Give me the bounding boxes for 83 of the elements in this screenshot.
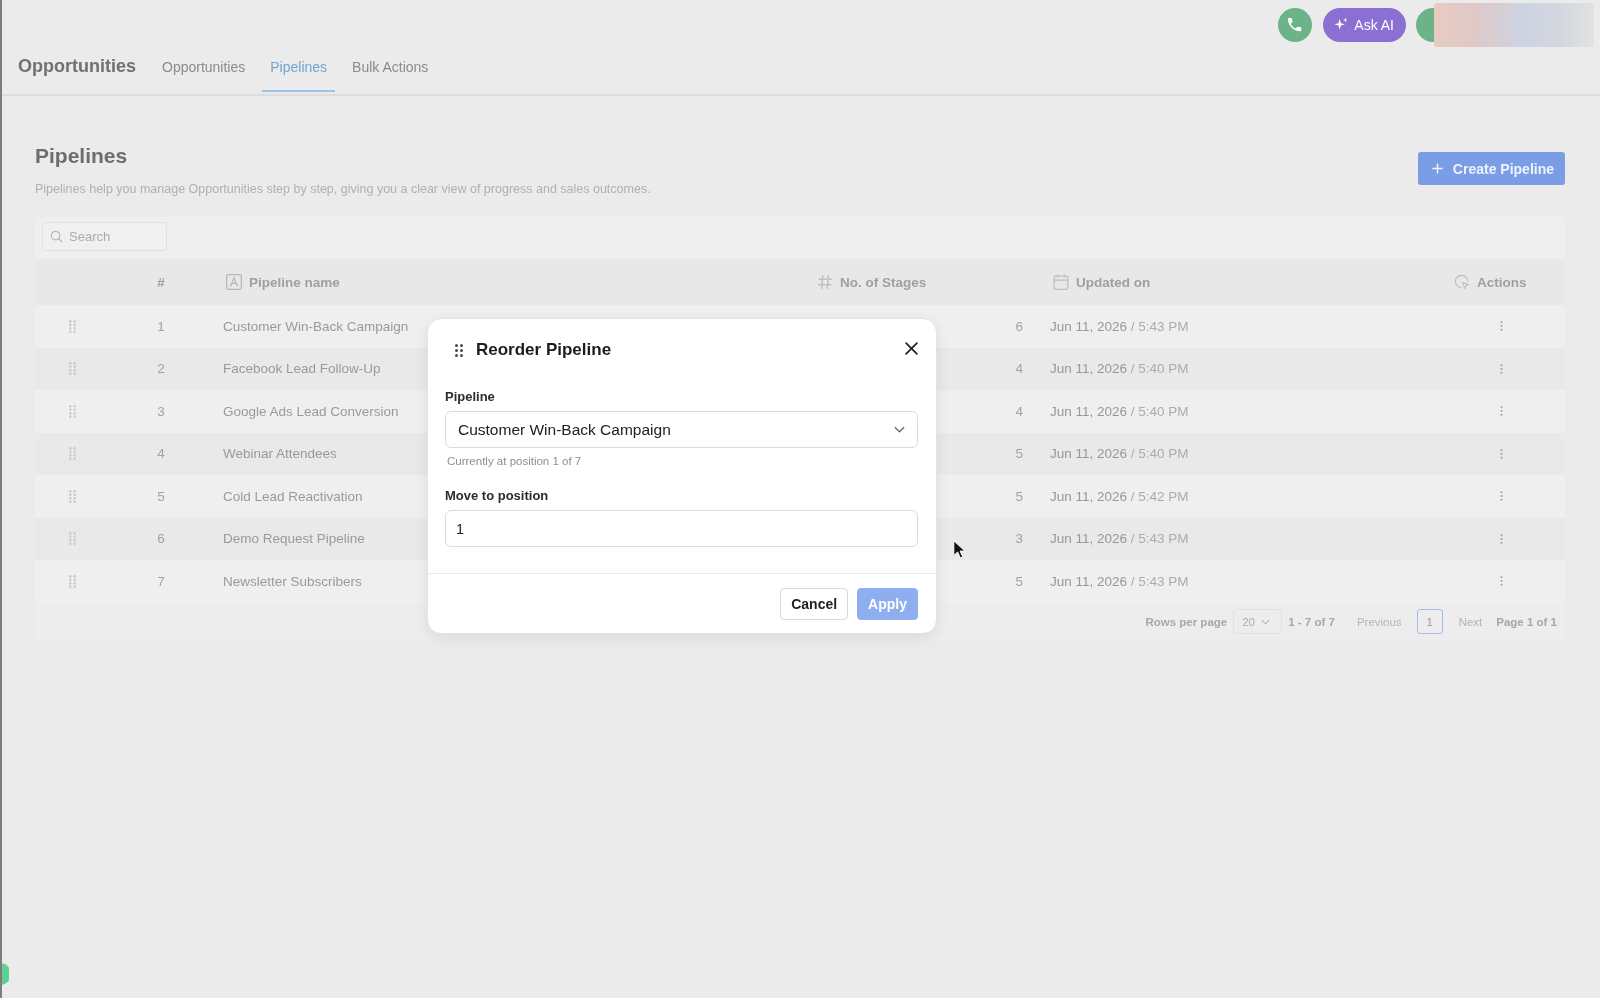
more-options-icon[interactable]	[1500, 405, 1503, 418]
column-header: Actions	[1477, 274, 1527, 290]
row-number: 7	[157, 573, 165, 589]
stage-count: 5	[1015, 488, 1023, 504]
drag-handle-icon[interactable]	[69, 574, 76, 588]
position-hint: Currently at position 1 of 7	[446, 454, 583, 469]
half-circle-button[interactable]	[1416, 8, 1434, 42]
page-title: Pipelines	[35, 143, 129, 169]
more-options-icon[interactable]	[1500, 532, 1503, 545]
dialog-button[interactable]: Cancel	[780, 588, 849, 620]
updated-date: Jun 11, 2026 / 5:43 PM	[1050, 318, 1189, 334]
stage-count: 5	[1015, 573, 1023, 589]
pipeline-select[interactable]: Customer Win-Back Campaign	[445, 411, 918, 448]
plus-icon	[1431, 163, 1443, 174]
pipeline-name: Demo Request Pipeline	[223, 531, 365, 547]
row-number: 5	[157, 488, 165, 504]
more-options-icon[interactable]	[1500, 320, 1503, 333]
drag-handle-icon[interactable]	[69, 489, 76, 503]
row-number: 3	[157, 403, 165, 419]
pipeline-name: Facebook Lead Follow-Up	[223, 361, 381, 377]
search-icon	[50, 230, 63, 243]
pipeline-name: Webinar Attendees	[223, 446, 337, 462]
drag-handle-icon[interactable]	[69, 362, 76, 376]
more-options-icon[interactable]	[1500, 447, 1503, 460]
position-input[interactable]: 1	[445, 510, 918, 547]
column-header: Pipeline name	[249, 274, 340, 290]
field-label: Pipeline	[445, 389, 496, 405]
search-field[interactable]: Search	[42, 222, 167, 251]
updated-date: Jun 11, 2026 / 5:43 PM	[1050, 531, 1189, 547]
updated-date: Jun 11, 2026 / 5:40 PM	[1050, 446, 1189, 462]
field-label: Move to position	[445, 488, 550, 504]
drag-handle-icon[interactable]	[69, 319, 76, 333]
more-options-icon[interactable]	[1500, 575, 1503, 588]
page-info: Page 1 of 1	[1496, 615, 1557, 628]
column-header: No. of Stages	[840, 274, 927, 290]
app-title: Opportunities	[18, 55, 136, 78]
row-number: 2	[157, 361, 165, 377]
close-icon	[905, 341, 918, 355]
row-number: 6	[157, 531, 165, 547]
nav-tab[interactable]: Pipelines	[262, 50, 336, 92]
column-header: Updated on	[1076, 274, 1151, 290]
cursor-circle-icon	[1454, 274, 1470, 290]
row-number: 1	[157, 318, 165, 334]
stage-count: 6	[1015, 318, 1023, 334]
row-number: 4	[157, 446, 165, 462]
updated-date: Jun 11, 2026 / 5:43 PM	[1050, 573, 1189, 589]
pipeline-name: Cold Lead Reactivation	[223, 488, 363, 504]
hash-icon	[817, 274, 833, 290]
column-header: #	[157, 274, 165, 290]
more-options-icon[interactable]	[1500, 362, 1503, 375]
rows-per-page-label: Rows per page	[1145, 615, 1228, 628]
calendar-icon	[1053, 274, 1069, 290]
rows-per-page-select[interactable]: 20	[1233, 609, 1283, 634]
nav-tab[interactable]: Opportunities	[154, 50, 254, 92]
stage-count: 5	[1015, 446, 1023, 462]
page-number-button[interactable]: 1	[1416, 609, 1443, 634]
updated-date: Jun 11, 2026 / 5:40 PM	[1050, 361, 1189, 377]
drag-handle-icon[interactable]	[455, 343, 463, 357]
page-range: 1 - 7 of 7	[1288, 615, 1335, 628]
close-button[interactable]	[905, 341, 918, 355]
updated-date: Jun 11, 2026 / 5:40 PM	[1050, 403, 1189, 419]
mouse-pointer-icon	[953, 540, 966, 559]
phone-button[interactable]	[1278, 8, 1313, 42]
dialog-title: Reorder Pipeline	[476, 339, 613, 361]
chevron-down-icon	[1261, 618, 1270, 625]
more-options-icon[interactable]	[1500, 490, 1503, 503]
text-type-icon	[226, 274, 242, 290]
drag-handle-icon[interactable]	[69, 404, 76, 418]
drag-handle-icon[interactable]	[69, 532, 76, 546]
create-pipeline-button[interactable]: Create Pipeline	[1417, 152, 1565, 185]
pipeline-name: Google Ads Lead Conversion	[223, 403, 399, 419]
page-description: Pipelines help you manage Opportunities step by step, giving you a clear view of progress and sales outcomes.	[35, 181, 651, 197]
updated-date: Jun 11, 2026 / 5:42 PM	[1050, 488, 1189, 504]
stage-count: 3	[1015, 531, 1023, 547]
phone-icon	[1288, 18, 1303, 32]
pipeline-name: Customer Win-Back Campaign	[223, 318, 409, 334]
nav-tab[interactable]: Bulk Actions	[344, 50, 437, 92]
chevron-down-icon	[894, 426, 905, 433]
stage-count: 4	[1015, 361, 1023, 377]
drag-handle-icon[interactable]	[69, 447, 76, 461]
ask-ai-button[interactable]: Ask AI	[1323, 8, 1406, 42]
pipeline-name: Newsletter Subscribers	[223, 573, 362, 589]
stage-count: 4	[1015, 403, 1023, 419]
